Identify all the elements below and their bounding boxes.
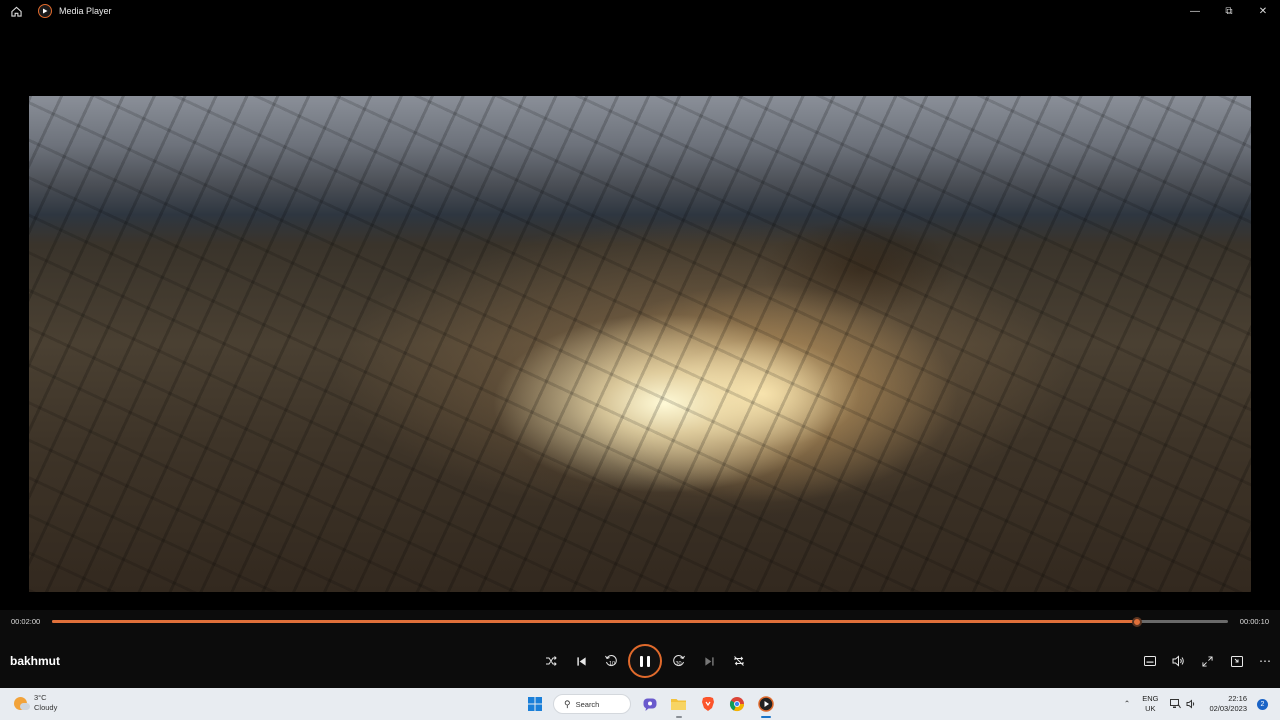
- volume-button[interactable]: [1164, 646, 1193, 676]
- language-secondary: UK: [1145, 704, 1156, 713]
- clock-date: 02/03/2023: [1209, 704, 1247, 713]
- media-player-taskbar-icon: [757, 696, 774, 712]
- search-icon: ⚲: [564, 698, 571, 709]
- start-button[interactable]: [522, 692, 548, 716]
- title-bar: Media Player — ⧉ ✕: [0, 0, 1280, 22]
- chrome-app[interactable]: [724, 692, 750, 716]
- windows-icon: [527, 697, 542, 711]
- video-frame[interactable]: [29, 96, 1251, 592]
- fullscreen-icon: [1202, 655, 1213, 667]
- active-app-indicator: [760, 716, 771, 718]
- captions-icon: [1143, 656, 1156, 666]
- restore-button[interactable]: ⧉: [1212, 0, 1246, 22]
- brave-browser-app[interactable]: [695, 692, 721, 716]
- mini-player-button[interactable]: [1222, 646, 1251, 676]
- skip-back-seconds: 10: [609, 661, 615, 667]
- notification-badge[interactable]: 2: [1257, 698, 1268, 710]
- repeat-off-button[interactable]: [724, 646, 754, 676]
- more-options-icon: ⋯: [1259, 654, 1272, 668]
- show-hidden-icons-button[interactable]: ⌃: [1124, 699, 1130, 709]
- shuffle-icon: [546, 656, 557, 666]
- language-primary: ENG: [1142, 694, 1159, 703]
- fullscreen-button[interactable]: [1193, 646, 1222, 676]
- taskbar: 3°C Cloudy ⚲ Search ⌃ ENG UK 22:16 02/03…: [0, 688, 1280, 720]
- seek-bar[interactable]: [52, 616, 1228, 627]
- weather-condition: Cloudy: [34, 703, 58, 712]
- teams-chat-app[interactable]: [637, 692, 663, 716]
- elapsed-time: 00:02:00: [11, 617, 41, 626]
- captions-button[interactable]: [1135, 646, 1164, 676]
- media-player-logo-icon: [38, 4, 52, 18]
- clock-time: 22:16: [1228, 694, 1247, 703]
- minimize-button[interactable]: —: [1178, 0, 1212, 22]
- next-button[interactable]: [694, 646, 724, 676]
- close-button[interactable]: ✕: [1246, 0, 1280, 22]
- media-player-app[interactable]: [753, 692, 779, 718]
- skip-forward-icon: 30: [673, 655, 685, 667]
- volume-icon: [1172, 655, 1184, 667]
- window-title: Media Player: [59, 6, 112, 16]
- network-icon: [1170, 699, 1182, 709]
- weather-widget[interactable]: 3°C Cloudy: [14, 693, 57, 713]
- remaining-time: 00:00:10: [1239, 617, 1269, 626]
- search-label: Search: [575, 699, 600, 709]
- chat-icon: [643, 698, 656, 711]
- pause-icon: [640, 655, 643, 667]
- folder-icon: [671, 699, 686, 710]
- home-button[interactable]: [0, 0, 32, 22]
- previous-icon: [576, 656, 586, 666]
- language-indicator[interactable]: ENG UK: [1142, 694, 1158, 714]
- pause-button[interactable]: [628, 644, 662, 678]
- repeat-off-icon: [734, 656, 744, 666]
- chevron-up-icon: ⌃: [1123, 699, 1131, 708]
- weather-temperature: 3°C: [34, 693, 47, 702]
- taskbar-search[interactable]: ⚲ Search: [553, 694, 631, 714]
- chrome-icon: [729, 697, 744, 712]
- skip-back-icon: 10: [605, 655, 617, 667]
- media-title: bakhmut: [10, 654, 61, 668]
- speaker-icon: [1186, 699, 1195, 709]
- more-options-button[interactable]: ⋯: [1251, 646, 1280, 676]
- quick-settings-button[interactable]: [1170, 699, 1197, 709]
- mini-player-icon: [1230, 655, 1243, 667]
- close-icon: ✕: [1258, 5, 1268, 17]
- previous-button[interactable]: [566, 646, 596, 676]
- clock[interactable]: 22:16 02/03/2023: [1209, 694, 1247, 714]
- minimize-icon: —: [1190, 5, 1200, 17]
- skip-back-button[interactable]: 10: [596, 646, 626, 676]
- file-explorer-app[interactable]: [666, 692, 692, 718]
- restore-icon: ⧉: [1225, 5, 1233, 17]
- skip-forward-button[interactable]: 30: [664, 646, 694, 676]
- seek-bar-progress: [52, 620, 1138, 623]
- shuffle-button[interactable]: [536, 646, 566, 676]
- playback-controls: 00:02:00 00:00:10 bakhmut 10 30 ⋯: [0, 610, 1280, 688]
- home-icon: [10, 6, 22, 17]
- partly-cloudy-icon: [14, 696, 30, 710]
- brave-lion-icon: [701, 697, 714, 711]
- skip-forward-seconds: 30: [676, 661, 682, 667]
- seek-bar-thumb[interactable]: [1132, 616, 1143, 627]
- next-icon: [704, 656, 714, 666]
